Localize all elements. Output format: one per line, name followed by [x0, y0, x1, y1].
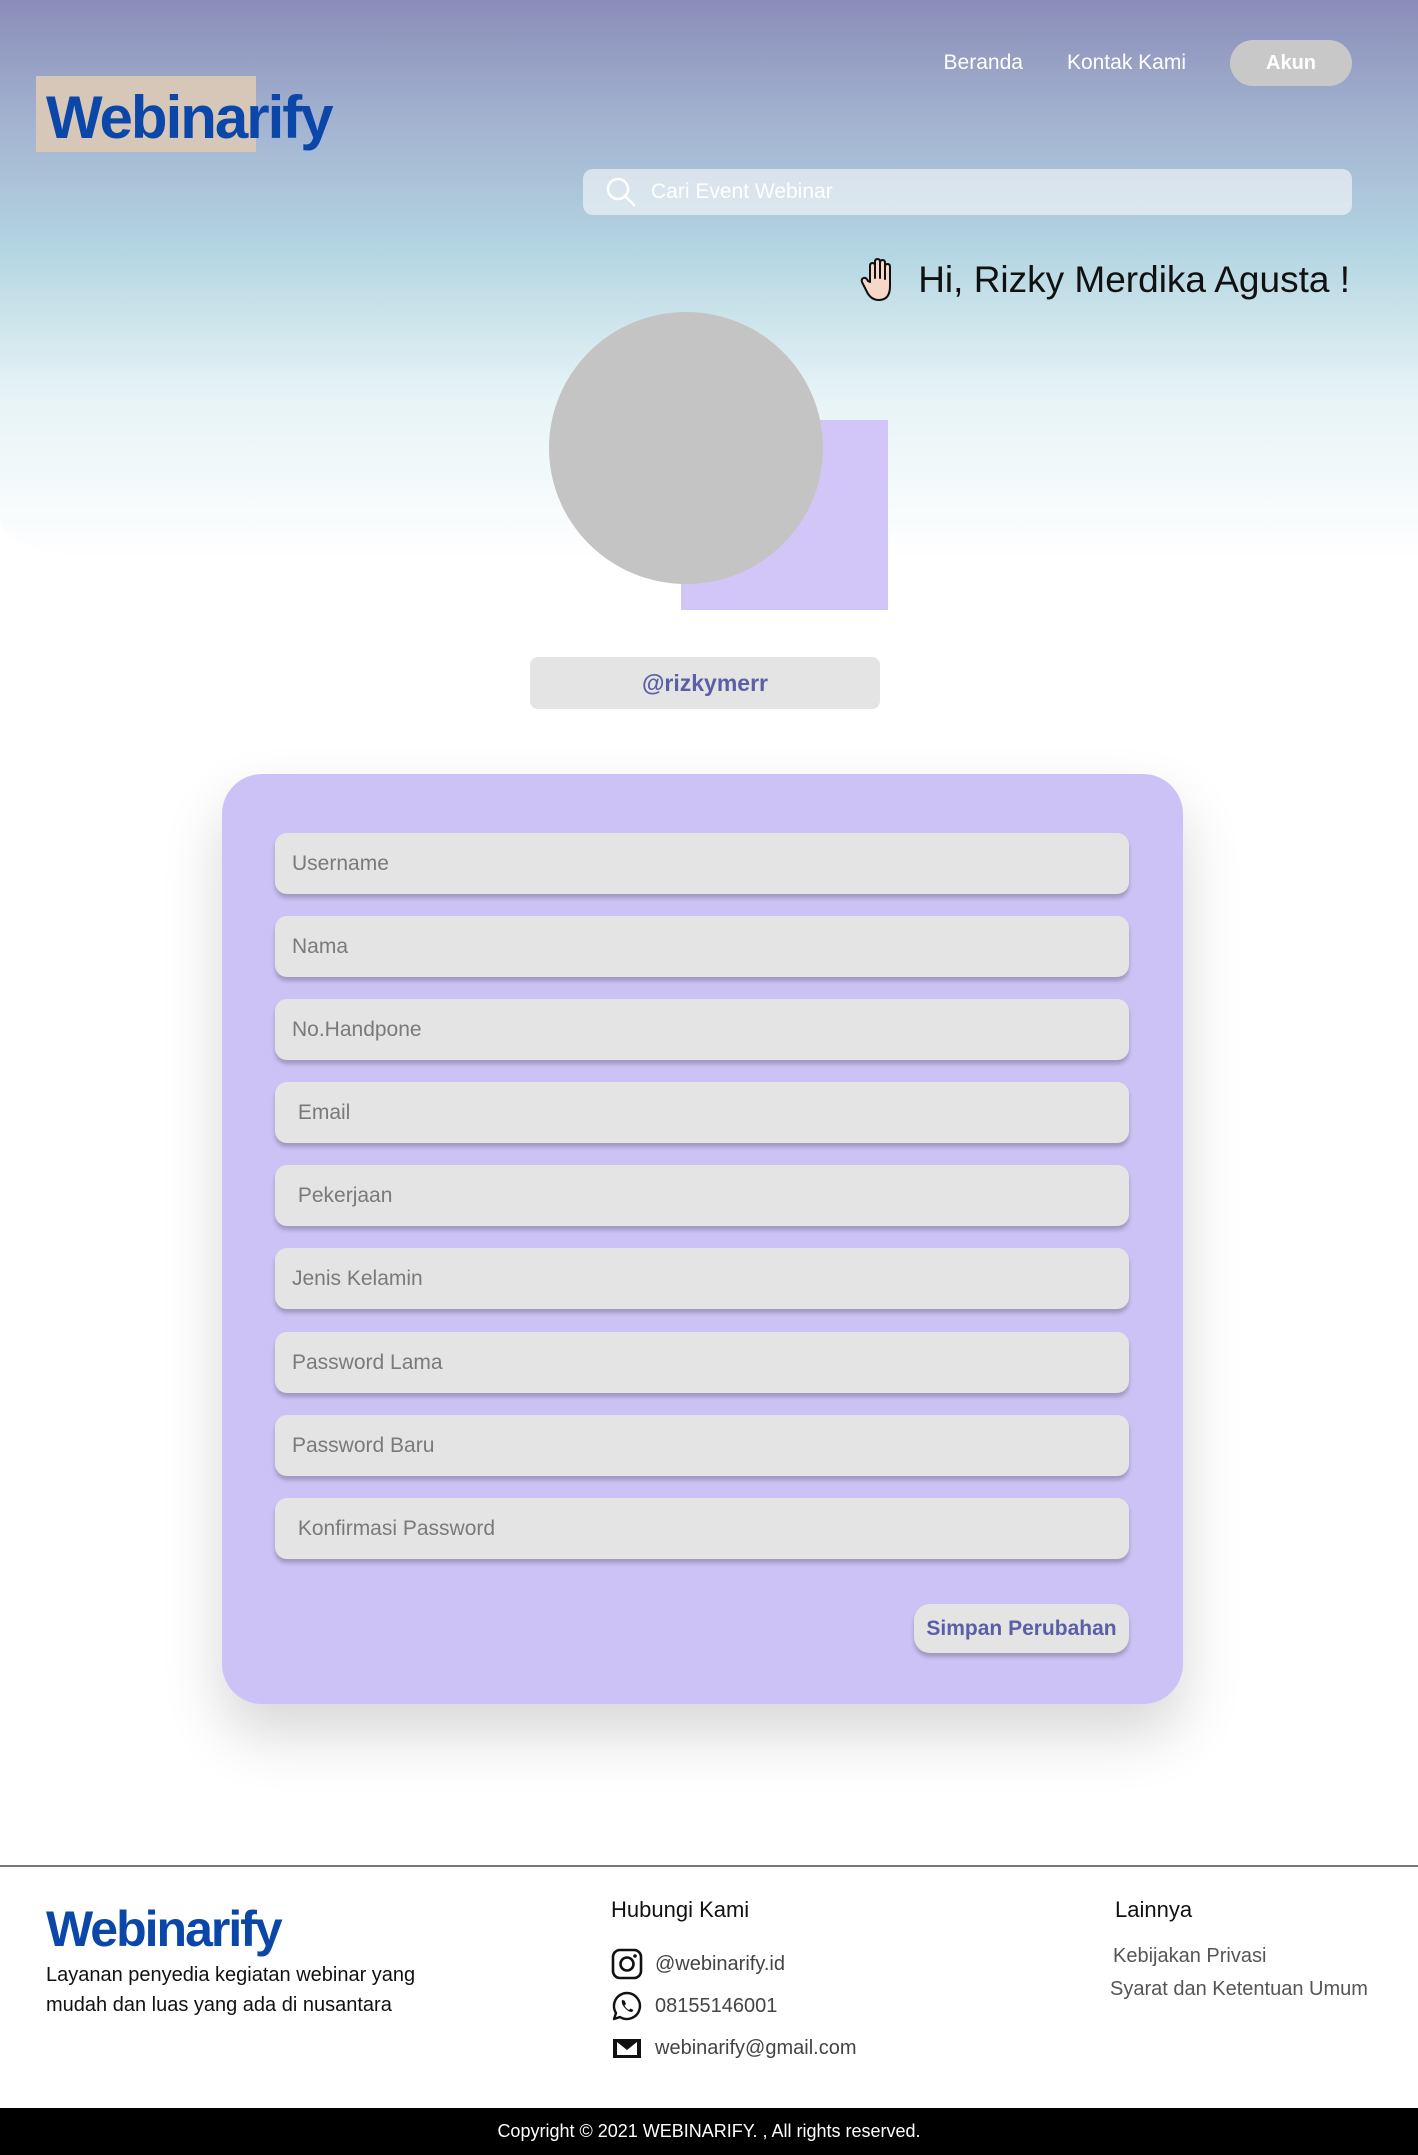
confirm-password-field[interactable]: [275, 1498, 1129, 1559]
new-password-field[interactable]: [275, 1415, 1129, 1476]
brand-logo[interactable]: Webinarify: [46, 82, 334, 154]
gender-field[interactable]: [275, 1248, 1129, 1309]
search-icon: [606, 177, 636, 207]
profile-form-card: Simpan Perubahan: [222, 774, 1183, 1704]
contact-email[interactable]: webinarify@gmail.com: [611, 2032, 856, 2064]
footer-description: Layanan penyedia kegiatan webinar yang m…: [46, 1964, 416, 2016]
footer-divider: [0, 1865, 1418, 1867]
whatsapp-number: 08155146001: [655, 1994, 778, 2017]
email-address: webinarify@gmail.com: [655, 2036, 857, 2059]
greeting-text: Hi, Rizky Merdika Agusta !: [918, 259, 1350, 300]
waving-hand-icon: [860, 258, 892, 301]
username-field[interactable]: [275, 833, 1129, 894]
search-input[interactable]: [651, 180, 1331, 204]
occupation-field[interactable]: [275, 1165, 1129, 1226]
name-field[interactable]: [275, 916, 1129, 977]
contact-whatsapp[interactable]: 08155146001: [611, 1990, 777, 2022]
avatar[interactable]: [549, 312, 823, 584]
account-button[interactable]: Akun: [1230, 40, 1352, 86]
privacy-policy-link[interactable]: Kebijakan Privasi: [1113, 1945, 1266, 1968]
top-nav: Beranda Kontak Kami Akun: [944, 40, 1352, 86]
nav-contact-link[interactable]: Kontak Kami: [1067, 51, 1186, 75]
copyright-bar: Copyright © 2021 WEBINARIFY. , All right…: [0, 2108, 1418, 2155]
nav-home-link[interactable]: Beranda: [944, 51, 1023, 75]
phone-field[interactable]: [275, 999, 1129, 1060]
save-changes-button[interactable]: Simpan Perubahan: [914, 1604, 1129, 1653]
mail-icon: [613, 2039, 641, 2058]
footer-logo[interactable]: Webinarify: [46, 1900, 283, 1958]
instagram-handle: @webinarify.id: [655, 1952, 785, 1975]
contact-instagram[interactable]: @webinarify.id: [611, 1948, 785, 1980]
search-bar[interactable]: [583, 169, 1352, 215]
other-heading: Lainnya: [1115, 1897, 1193, 1922]
greeting: Hi, Rizky Merdika Agusta !: [860, 256, 1350, 304]
contact-heading: Hubungi Kami: [611, 1897, 750, 1922]
username-badge: @rizkymerr: [530, 657, 880, 709]
instagram-icon: [611, 1948, 643, 1980]
terms-link[interactable]: Syarat dan Ketentuan Umum: [1110, 1978, 1368, 2001]
whatsapp-icon: [612, 1991, 642, 2021]
old-password-field[interactable]: [275, 1332, 1129, 1393]
email-field[interactable]: [275, 1082, 1129, 1143]
